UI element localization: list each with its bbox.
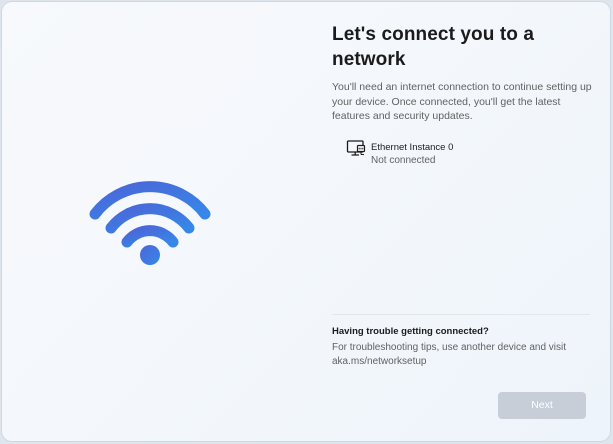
network-list: Ethernet Instance 0 Not connected [342,136,582,170]
page-description: You'll need an internet connection to co… [332,81,592,122]
content-pane: Let's connect you to a network You'll ne… [332,2,594,441]
divider [332,314,590,315]
network-name: Ethernet Instance 0 [371,142,454,153]
network-item-ethernet[interactable]: Ethernet Instance 0 Not connected [342,136,582,170]
network-status: Not connected [371,155,436,166]
wifi-icon [89,181,211,265]
page-title: Let's connect you to a network [332,24,535,70]
setup-window: Let's connect you to a network You'll ne… [2,2,610,441]
ethernet-monitor-icon [346,140,366,156]
help-text: For troubleshooting tips, use another de… [332,342,567,367]
help-title: Having trouble getting connected? [332,326,489,337]
next-button[interactable]: Next [498,392,586,419]
illustration-pane [2,2,302,441]
